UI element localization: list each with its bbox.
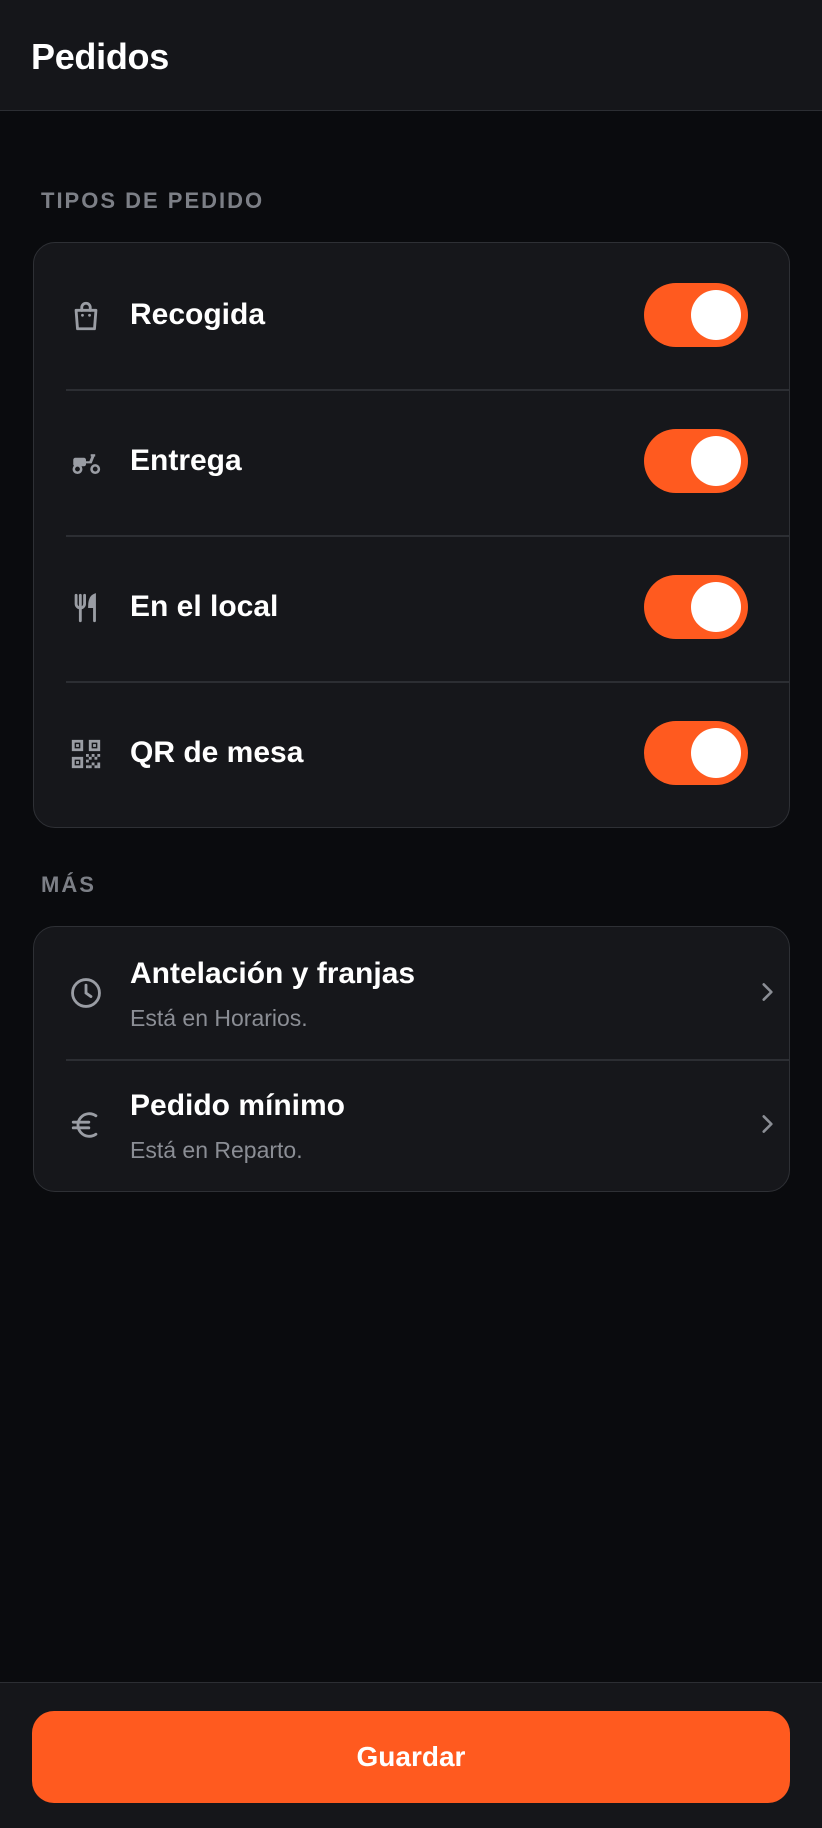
- order-type-row-dine-in: En el local: [34, 535, 789, 681]
- scooter-icon: [68, 444, 104, 480]
- section-label-more: MÁS: [41, 872, 96, 897]
- order-type-label: En el local: [130, 590, 279, 623]
- table-qr-toggle[interactable]: [644, 721, 748, 785]
- shopping-bag-icon: [68, 298, 104, 334]
- delivery-toggle[interactable]: [644, 429, 748, 493]
- toggle-knob: [691, 290, 741, 340]
- more-item-subtitle: Está en Horarios.: [130, 1005, 308, 1031]
- chevron-right-icon: [762, 1115, 773, 1133]
- euro-icon: [68, 1107, 104, 1143]
- order-type-row-pickup: Recogida: [34, 243, 789, 389]
- page-title: Pedidos: [31, 36, 169, 77]
- order-type-label: QR de mesa: [130, 736, 304, 769]
- app-screen: Pedidos TIPOS DE PEDIDO Recogida Entrega…: [0, 0, 822, 1828]
- pickup-toggle[interactable]: [644, 283, 748, 347]
- more-item-lead-time[interactable]: Antelación y franjas Está en Horarios.: [34, 927, 789, 1059]
- toggle-knob: [691, 728, 741, 778]
- order-types-card: Recogida Entrega En el local QR de mesa: [33, 242, 790, 828]
- clock-icon: [68, 975, 104, 1011]
- section-label-order-types: TIPOS DE PEDIDO: [41, 188, 265, 213]
- bottom-bar: Guardar: [0, 1682, 822, 1828]
- order-type-label: Recogida: [130, 298, 266, 331]
- order-type-row-delivery: Entrega: [34, 389, 789, 535]
- save-button[interactable]: Guardar: [32, 1711, 790, 1803]
- order-type-label: Entrega: [130, 444, 242, 477]
- dine-in-toggle[interactable]: [644, 575, 748, 639]
- more-item-minimum-order[interactable]: Pedido mínimo Está en Reparto.: [34, 1059, 789, 1191]
- top-bar: Pedidos: [0, 0, 822, 111]
- more-item-title: Antelación y franjas: [130, 957, 416, 990]
- order-type-row-table-qr: QR de mesa: [34, 681, 789, 827]
- chevron-right-icon: [762, 983, 773, 1001]
- more-item-title: Pedido mínimo: [130, 1089, 346, 1122]
- qr-code-icon: [68, 736, 104, 772]
- utensils-icon: [68, 590, 104, 626]
- toggle-knob: [691, 582, 741, 632]
- more-card: Antelación y franjas Está en Horarios. P…: [33, 926, 790, 1192]
- toggle-knob: [691, 436, 741, 486]
- more-item-subtitle: Está en Reparto.: [130, 1137, 303, 1163]
